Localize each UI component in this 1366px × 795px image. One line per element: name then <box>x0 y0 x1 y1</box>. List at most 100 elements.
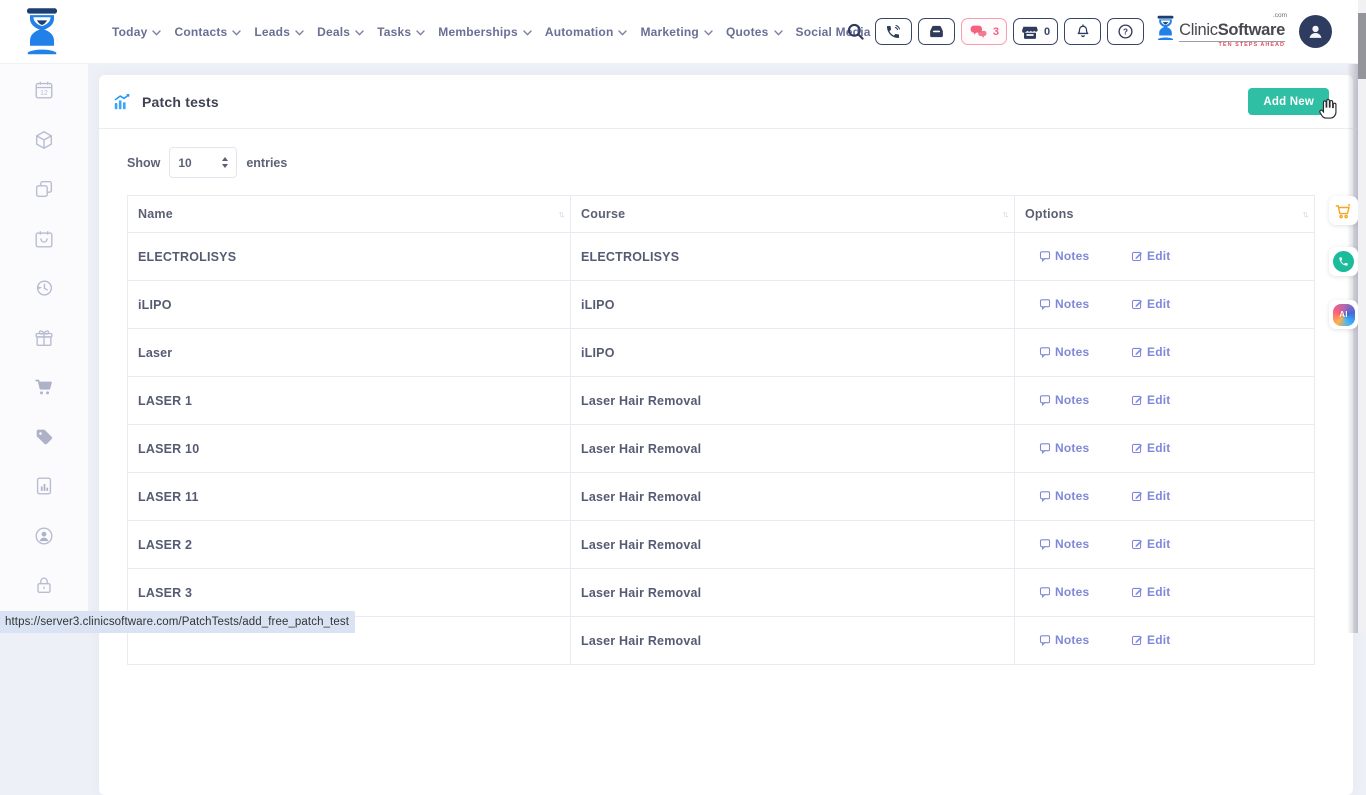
edit-link[interactable]: Edit <box>1131 537 1170 551</box>
column-header-name[interactable]: Name↑↓ <box>128 196 571 233</box>
inbox-button[interactable] <box>918 18 955 45</box>
brand-tld: .com <box>1273 13 1287 20</box>
note-icon <box>1039 490 1051 502</box>
tags-icon[interactable] <box>33 426 55 448</box>
nav-item-tasks[interactable]: Tasks <box>377 25 425 39</box>
floating-call-button[interactable] <box>1329 247 1358 276</box>
cart-icon[interactable] <box>33 376 55 398</box>
nav-item-memberships[interactable]: Memberships <box>438 25 532 39</box>
cart-icon <box>1334 202 1353 220</box>
nav-item-deals[interactable]: Deals <box>317 25 364 39</box>
phone-icon <box>1333 251 1354 272</box>
question-icon: ? <box>1117 23 1134 40</box>
copy-icon[interactable] <box>33 178 55 200</box>
chat-icon <box>969 24 988 40</box>
table-row: iLIPO iLIPO Notes Edit <box>128 281 1315 329</box>
account-icon[interactable] <box>33 525 55 547</box>
header-actions: 3 0 ? <box>846 0 1332 63</box>
notes-link[interactable]: Notes <box>1039 345 1089 359</box>
table-controls: Show 10 entries <box>127 147 1325 178</box>
appointments-icon[interactable] <box>33 228 55 250</box>
chevron-down-icon <box>523 30 532 36</box>
edit-link[interactable]: Edit <box>1131 297 1170 311</box>
package-icon[interactable] <box>33 129 55 151</box>
floating-ai-button[interactable]: AI <box>1329 300 1358 329</box>
nav-item-leads[interactable]: Leads <box>254 25 304 39</box>
app-screen: Today Contacts Leads Deals Tasks Members… <box>0 0 1366 633</box>
gift-icon[interactable] <box>33 327 55 349</box>
scrollbar-thumb[interactable] <box>1358 13 1366 79</box>
nav-item-quotes[interactable]: Quotes <box>726 25 783 39</box>
edit-icon <box>1131 586 1143 598</box>
sort-icon: ↑↓ <box>558 209 563 219</box>
edit-link[interactable]: Edit <box>1131 633 1170 647</box>
bell-icon <box>1075 23 1091 40</box>
lock-icon[interactable] <box>33 574 55 596</box>
note-icon <box>1039 394 1051 406</box>
note-icon <box>1039 298 1051 310</box>
column-header-options[interactable]: Options↑↓ <box>1015 196 1315 233</box>
vertical-scrollbar[interactable] <box>1358 0 1366 633</box>
add-new-button[interactable]: Add New <box>1248 88 1329 115</box>
chevron-down-icon <box>774 30 783 36</box>
edit-link[interactable]: Edit <box>1131 393 1170 407</box>
notes-link[interactable]: Notes <box>1039 489 1089 503</box>
notes-link[interactable]: Notes <box>1039 441 1089 455</box>
nav-item-contacts[interactable]: Contacts <box>174 25 241 39</box>
cell-course: Laser Hair Removal <box>571 521 1015 569</box>
chat-badge: 3 <box>993 26 999 38</box>
notes-link[interactable]: Notes <box>1039 249 1089 263</box>
store-badge: 0 <box>1044 26 1050 38</box>
cell-course: Laser Hair Removal <box>571 473 1015 521</box>
notes-link[interactable]: Notes <box>1039 393 1089 407</box>
help-button[interactable]: ? <box>1107 18 1144 45</box>
brand-logo[interactable]: ClinicSoftware .com TEN STEPS AHEAD <box>1156 15 1285 49</box>
edit-link[interactable]: Edit <box>1131 585 1170 599</box>
report-icon[interactable] <box>33 475 55 497</box>
main-nav: Today Contacts Leads Deals Tasks Members… <box>112 0 871 63</box>
chevron-down-icon <box>618 30 627 36</box>
notes-link[interactable]: Notes <box>1039 297 1089 311</box>
notifications-button[interactable] <box>1064 18 1101 45</box>
page-size-select[interactable]: 10 <box>169 147 237 178</box>
store-button[interactable]: 0 <box>1013 18 1058 45</box>
page-size-value: 10 <box>178 156 191 170</box>
entries-label: entries <box>246 156 287 170</box>
edit-icon <box>1131 394 1143 406</box>
edit-link[interactable]: Edit <box>1131 441 1170 455</box>
phone-button[interactable] <box>875 18 912 45</box>
brand-hourglass-icon <box>1156 15 1175 41</box>
cell-name: Laser <box>128 329 571 377</box>
edit-link[interactable]: Edit <box>1131 345 1170 359</box>
app-logo-icon[interactable] <box>24 8 60 55</box>
chat-button[interactable]: 3 <box>961 18 1007 45</box>
history-icon[interactable] <box>33 277 55 299</box>
table-row: LASER 2 Laser Hair Removal Notes Edit <box>128 521 1315 569</box>
cell-name: ELECTROLISYS <box>128 233 571 281</box>
search-icon[interactable] <box>846 22 865 41</box>
cell-course: ELECTROLISYS <box>571 233 1015 281</box>
cell-name: iLIPO <box>128 281 571 329</box>
notes-link[interactable]: Notes <box>1039 633 1089 647</box>
notes-link[interactable]: Notes <box>1039 585 1089 599</box>
edit-link[interactable]: Edit <box>1131 489 1170 503</box>
person-icon <box>1305 21 1326 42</box>
main-content: Patch tests Add New Show 10 entries <box>88 63 1358 633</box>
nav-item-marketing[interactable]: Marketing <box>640 25 712 39</box>
notes-link[interactable]: Notes <box>1039 537 1089 551</box>
calendar-icon[interactable]: 12 <box>33 79 55 101</box>
left-sidebar: 12 <box>0 63 88 633</box>
phone-icon <box>885 24 901 40</box>
column-header-course[interactable]: Course↑↓ <box>571 196 1015 233</box>
nav-item-today[interactable]: Today <box>112 25 161 39</box>
floating-cart-button[interactable] <box>1329 196 1358 225</box>
table-row: LASER 11 Laser Hair Removal Notes Edit <box>128 473 1315 521</box>
chevron-down-icon <box>232 30 241 36</box>
edit-link[interactable]: Edit <box>1131 249 1170 263</box>
user-avatar[interactable] <box>1299 15 1332 48</box>
cell-name: LASER 1 <box>128 377 571 425</box>
card-body: Show 10 entries Name↑↓ Course↑↓ Options↑… <box>99 129 1353 665</box>
chevron-down-icon <box>355 30 364 36</box>
nav-item-automation[interactable]: Automation <box>545 25 628 39</box>
chevron-down-icon <box>416 30 425 36</box>
